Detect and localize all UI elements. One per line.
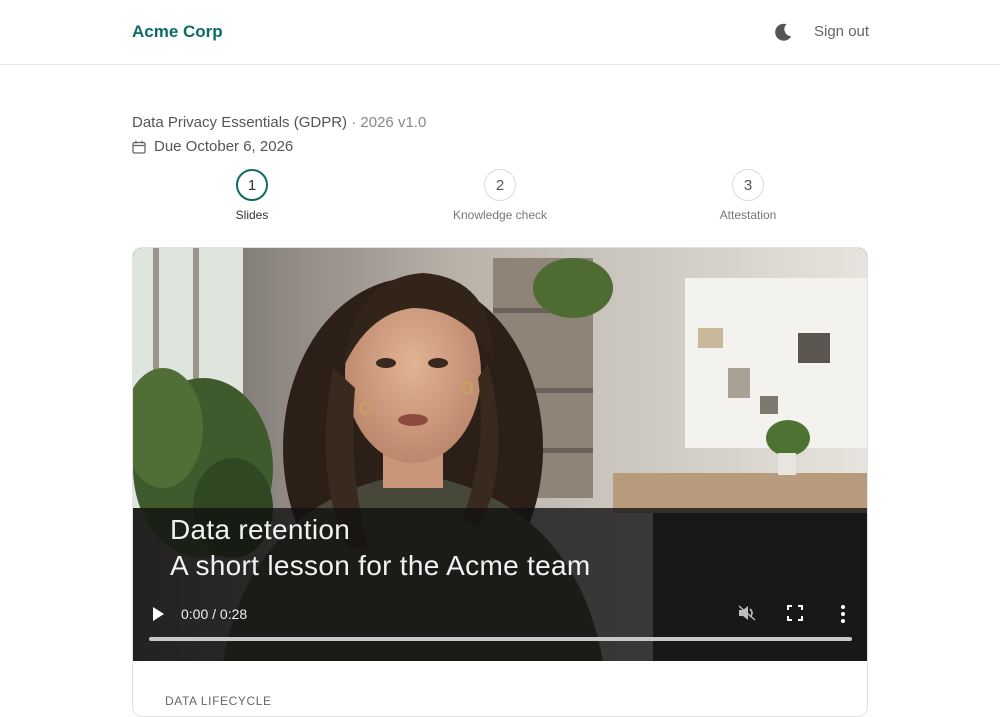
step-knowledge-check[interactable]: 2 Knowledge check [420,169,580,222]
brand-logo[interactable]: Acme Corp [132,22,223,42]
step-label: Knowledge check [452,208,548,222]
step-label: Slides [235,208,269,222]
moon-icon[interactable] [772,21,794,43]
caption-title: Data retention [170,514,351,545]
step-number: 3 [732,169,764,201]
volume-muted-icon[interactable] [737,604,757,622]
sign-out-button[interactable]: Sign out [814,23,869,40]
due-date-text: Due October 6, 2026 [154,138,294,155]
course-title: Data Privacy Essentials (GDPR) · 2026 v1… [132,114,426,131]
progress-stepper: 1 Slides 2 Knowledge check 3 Attestation [0,169,1000,229]
step-attestation[interactable]: 3 Attestation [668,169,828,222]
time-display: 0:00 / 0:28 [181,606,248,622]
step-number: 1 [236,169,268,201]
due-date: Due October 6, 2026 [132,138,293,155]
course-separator: · [347,114,361,131]
more-vertical-icon[interactable] [837,604,849,624]
section-label: DATA LIFECYCLE [165,694,272,708]
play-icon[interactable] [151,606,165,622]
video-player[interactable]: Data retention A short lesson for the Ac… [133,248,867,661]
step-slides[interactable]: 1 Slides [172,169,332,222]
fullscreen-icon[interactable] [787,605,803,621]
lesson-card: Data retention A short lesson for the Ac… [132,247,868,717]
top-navigation-bar: Acme Corp Sign out [0,0,1000,65]
caption-subtitle: A short lesson for the Acme team [170,550,591,581]
video-progress-bar[interactable] [149,637,852,641]
video-controls: 0:00 / 0:28 [133,598,867,661]
course-version: 2026 v1.0 [360,114,427,131]
step-number: 2 [484,169,516,201]
course-name: Data Privacy Essentials (GDPR) [132,114,348,131]
step-label: Attestation [719,208,777,222]
calendar-icon [132,140,146,154]
